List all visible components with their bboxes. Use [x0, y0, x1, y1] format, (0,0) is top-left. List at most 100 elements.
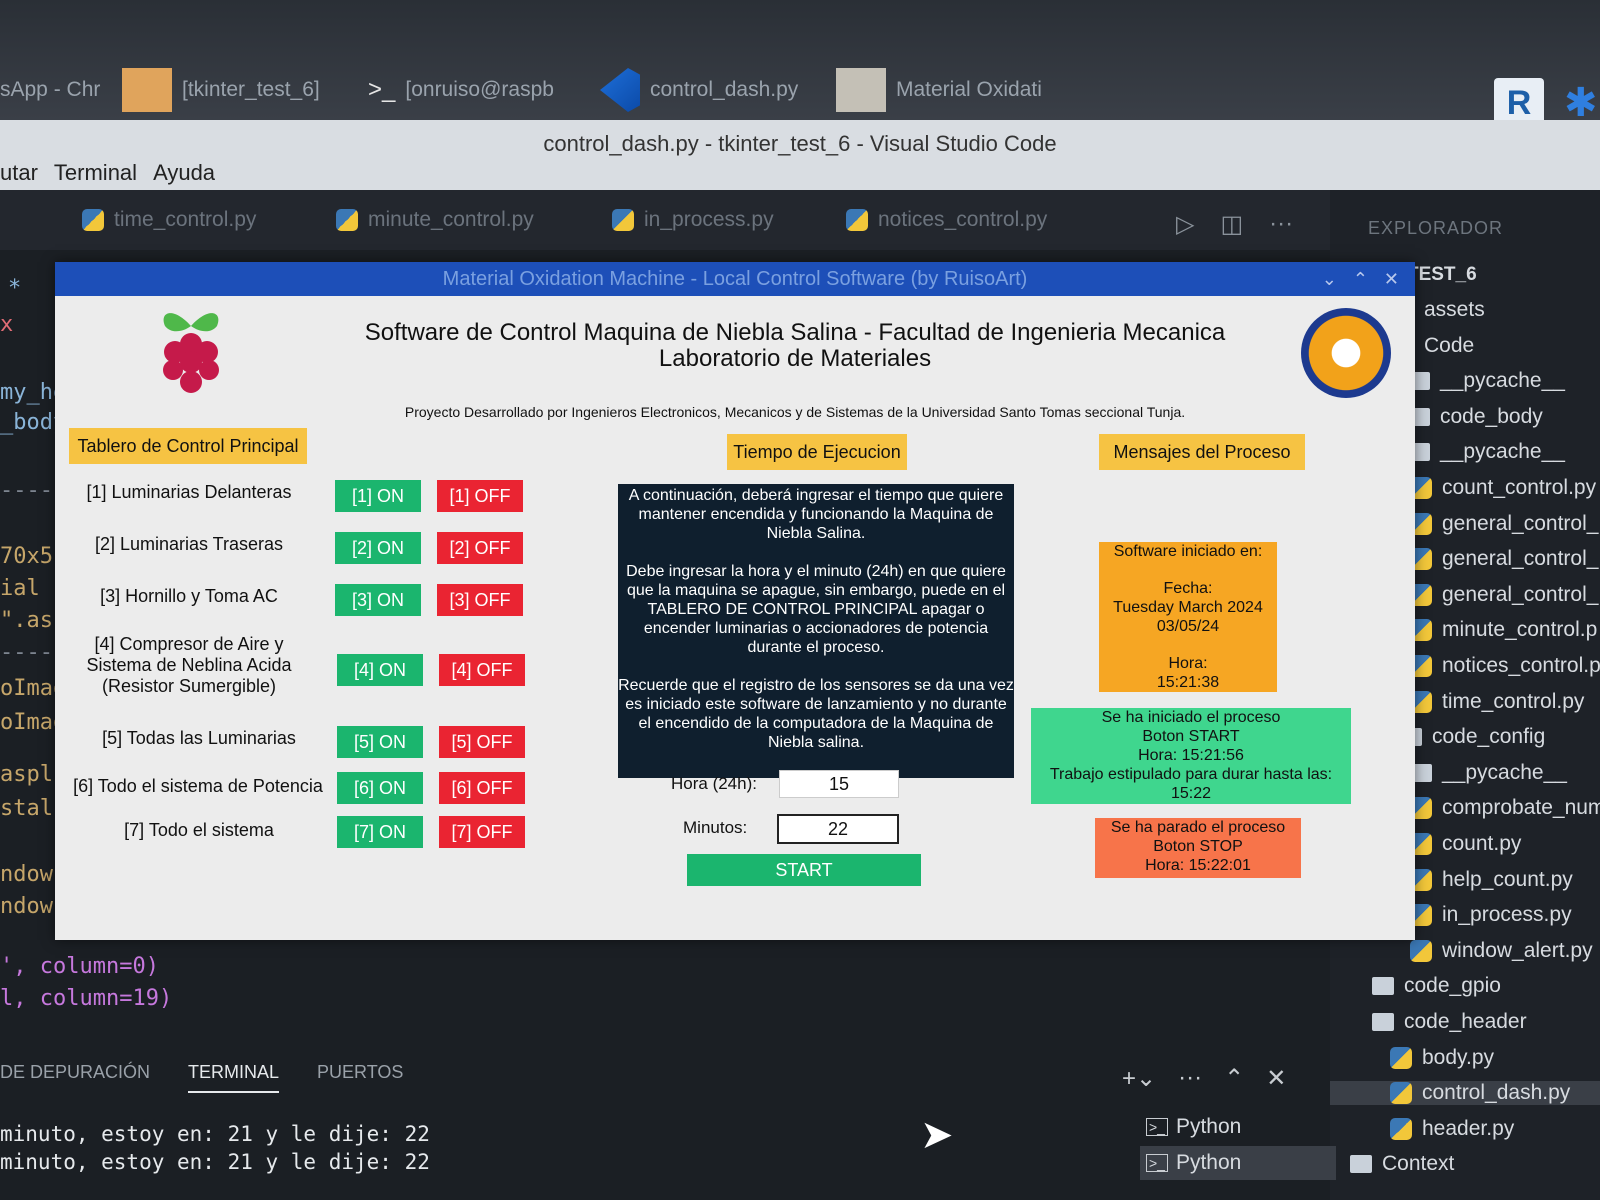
row6-off-button[interactable]: [6] OFF [439, 772, 525, 804]
message-line: Boton STOP [1153, 838, 1243, 855]
code-fragment: ndow [0, 894, 53, 919]
minute-input[interactable]: 22 [777, 814, 899, 844]
instructions-box: A continuación, deberá ingresar el tiemp… [618, 484, 1014, 778]
row3-off-button[interactable]: [3] OFF [437, 584, 523, 616]
explorer-item[interactable]: in_process.py [1410, 903, 1572, 927]
editor-tab-label: minute_control.py [368, 208, 534, 231]
terminal-instance-label: Python [1175, 1151, 1242, 1174]
explorer-item-label: general_control_ [1442, 582, 1599, 606]
run-icon[interactable]: ▷ [1176, 210, 1194, 239]
row3-on-button[interactable]: [3] ON [335, 584, 421, 616]
folder-icon [1350, 1155, 1372, 1174]
tab-terminal[interactable]: TERMINAL [188, 1062, 280, 1093]
row7-on-button[interactable]: [7] ON [337, 816, 423, 848]
taskbar-tab-label: Material Oxidati [896, 78, 1042, 101]
explorer-item[interactable]: __pycache__ [1408, 369, 1565, 393]
message-line: Hora: 15:21:56 [1138, 747, 1244, 764]
explorer-item[interactable]: general_control_ [1410, 547, 1598, 571]
explorer-item[interactable]: control_dash.py [1330, 1081, 1600, 1106]
explorer-item-label: header.py [1422, 1116, 1515, 1140]
taskbar-tab-folder[interactable]: [tkinter_test_6] [122, 68, 320, 112]
explorer-item[interactable]: count_control.py [1410, 476, 1596, 500]
instructions-paragraph: Recuerde que el registro de los sensores… [618, 677, 1014, 751]
row2-on-button[interactable]: [2] ON [335, 532, 421, 564]
explorer-item[interactable]: minute_control.p [1410, 618, 1597, 642]
terminal-instance[interactable]: >_ Python [1140, 1110, 1336, 1144]
taskbar-tab-browser[interactable]: sApp - Chr [0, 70, 100, 110]
menu-item-terminal[interactable]: Terminal [54, 160, 137, 190]
more-icon[interactable]: ··· [1269, 210, 1293, 239]
menu-item-edit[interactable]: utar [0, 160, 38, 190]
explorer-item[interactable]: Context [1350, 1152, 1454, 1176]
process-stopped-message: Se ha parado el proceso Boton STOP Hora:… [1095, 818, 1301, 878]
explorer-item-label: Context [1382, 1152, 1455, 1176]
row7-off-button[interactable]: [7] OFF [439, 816, 525, 848]
maximize-panel-icon[interactable]: ⌃ [1224, 1064, 1244, 1093]
row6-on-button[interactable]: [6] ON [337, 772, 423, 804]
window-controls: ⌄ ⌃ ✕ [1322, 262, 1399, 296]
explorer-item[interactable]: count.py [1410, 832, 1521, 856]
explorer-item[interactable]: window_alert.py [1410, 939, 1593, 963]
row-label: [3] Hornillo y Toma AC [100, 586, 278, 606]
close-icon[interactable]: ✕ [1384, 262, 1399, 296]
taskbar-tab-material[interactable]: Material Oxidati [836, 68, 1042, 112]
explorer-item[interactable]: time_control.py [1410, 690, 1584, 714]
editor-tab[interactable]: notices_control.py [846, 208, 1047, 232]
start-button[interactable]: START [687, 854, 921, 886]
explorer-item-label: general_control_ [1442, 511, 1599, 535]
explorer-item[interactable]: __pycache__ [1410, 761, 1567, 785]
terminal-instance-active[interactable]: >_ Python [1140, 1146, 1336, 1180]
maximize-icon[interactable]: ⌃ [1353, 262, 1368, 296]
explorer-item[interactable]: code_gpio [1372, 974, 1501, 998]
explorer-item[interactable]: code_body [1408, 405, 1543, 429]
explorer-item[interactable]: general_control_ [1410, 512, 1598, 536]
editor-tab[interactable]: minute_control.py [336, 208, 534, 232]
row1-on-button[interactable]: [1] ON [335, 480, 421, 512]
python-file-icon [1390, 1117, 1412, 1140]
explorer-item[interactable]: help_count.py [1410, 868, 1573, 892]
explorer-item-label: __pycache__ [1440, 440, 1565, 464]
row1-off-button[interactable]: [1] OFF [437, 480, 523, 512]
explorer-item-label: help_count.py [1442, 867, 1573, 891]
app-subtitle: Proyecto Desarrollado por Ingenieros Ele… [404, 404, 1186, 420]
panel-tabs: DE DEPURACIÓN TERMINAL PUERTOS [0, 1062, 403, 1093]
message-line: 15:22 [1170, 785, 1212, 802]
raspberry-pi-logo [163, 313, 219, 393]
row2-off-button[interactable]: [2] OFF [437, 532, 523, 564]
explorer-item[interactable]: __pycache__ [1408, 440, 1565, 464]
more-icon[interactable]: ··· [1178, 1064, 1202, 1093]
split-editor-icon[interactable]: ◫ [1220, 210, 1243, 239]
row4-on-button[interactable]: [4] ON [337, 654, 423, 686]
hour-label: Hora (24h): [671, 774, 757, 793]
explorer-item[interactable]: general_control_ [1410, 583, 1598, 607]
explorer-item[interactable]: notices_control.p [1410, 654, 1600, 678]
python-file-icon [1410, 939, 1432, 962]
code-fragment: ".as [0, 608, 53, 633]
minimize-icon[interactable]: ⌄ [1322, 262, 1337, 296]
os-taskbar: sApp - Chr [tkinter_test_6] >_ [onruiso@… [0, 0, 1600, 120]
tab-ports[interactable]: PUERTOS [317, 1062, 403, 1093]
terminal-icon: >_ [368, 76, 396, 103]
explorer-item[interactable]: comprobate_num [1410, 796, 1600, 820]
editor-tab[interactable]: time_control.py [82, 208, 256, 232]
menu-item-help[interactable]: Ayuda [153, 160, 215, 190]
message-line: 03/05/24 [1156, 618, 1220, 635]
row5-on-button[interactable]: [5] ON [337, 726, 423, 758]
tab-debug-console[interactable]: DE DEPURACIÓN [0, 1062, 150, 1093]
editor-tab-bar: time_control.py minute_control.py in_pro… [0, 190, 1360, 250]
explorer-item[interactable]: header.py [1390, 1117, 1514, 1141]
hour-input[interactable]: 15 [779, 770, 899, 798]
explorer-item[interactable]: body.py [1390, 1046, 1494, 1070]
close-panel-icon[interactable]: ✕ [1266, 1064, 1286, 1093]
editor-tab[interactable]: in_process.py [612, 208, 774, 232]
app-heading: Software de Control Maquina de Niebla Sa… [295, 320, 1295, 372]
row4-off-button[interactable]: [4] OFF [439, 654, 525, 686]
terminal-line: minuto, estoy en: 21 y le dije: 22 [0, 1122, 430, 1146]
row5-off-button[interactable]: [5] OFF [439, 726, 525, 758]
code-fragment: x [0, 312, 14, 337]
taskbar-tab-vscode[interactable]: control_dash.py [600, 68, 798, 112]
taskbar-tab-terminal[interactable]: >_ [onruiso@raspb [368, 70, 554, 110]
explorer-item[interactable]: code_config [1400, 725, 1545, 749]
new-terminal-icon[interactable]: +⌄ [1122, 1064, 1156, 1093]
explorer-item[interactable]: code_header [1372, 1010, 1527, 1034]
